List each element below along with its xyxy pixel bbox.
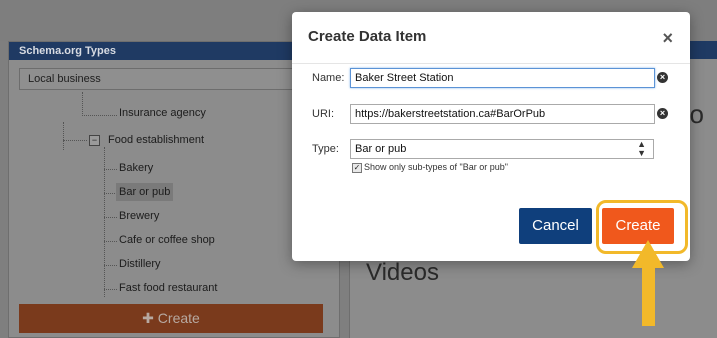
type-tree: Insurance agency − Food establishment Ba… [19, 92, 331, 297]
subtypes-label: Show only sub-types of "Bar or pub" [364, 162, 508, 172]
type-label: Type: [312, 143, 339, 155]
tree-line [82, 115, 117, 116]
videos-heading: Videos [366, 259, 439, 286]
left-create-button[interactable]: ✚ Create [19, 304, 323, 333]
collapse-icon[interactable]: − [89, 135, 100, 146]
tree-item-brewery[interactable]: Brewery [119, 207, 159, 225]
tree-line [104, 241, 117, 242]
tree-item-fast-food[interactable]: Fast food restaurant [119, 279, 217, 297]
dialog-divider [292, 63, 690, 64]
uri-field[interactable] [350, 104, 655, 124]
cancel-button[interactable]: Cancel [519, 208, 592, 244]
tree-line [63, 140, 87, 141]
name-field[interactable] [350, 68, 655, 88]
tree-line [104, 289, 117, 290]
schema-types-panel: Schema.org Types Local business Insuranc… [8, 41, 340, 338]
business-type-select[interactable]: Local business [19, 68, 331, 90]
partial-heading: o [689, 99, 704, 129]
clear-uri-icon[interactable]: × [657, 108, 668, 119]
arrow-shaft [642, 266, 655, 326]
tree-item-bakery[interactable]: Bakery [119, 159, 153, 177]
subtypes-checkbox[interactable]: ✓ [352, 163, 362, 173]
tree-item-bar-or-pub[interactable]: Bar or pub [116, 183, 174, 201]
arrow-up-icon [632, 240, 664, 268]
plus-icon: ✚ [142, 310, 154, 326]
left-create-label: Create [157, 310, 200, 326]
panel-header: Schema.org Types [9, 42, 339, 60]
tree-item-insurance-agency[interactable]: Insurance agency [119, 104, 206, 122]
tree-item-distillery[interactable]: Distillery [119, 255, 161, 273]
tree-line [104, 265, 117, 266]
tree-item-food-establishment[interactable]: Food establishment [108, 131, 204, 149]
tree-line [104, 169, 117, 170]
updown-caret-icon: ▲ ▼ [637, 139, 646, 158]
name-label: Name: [312, 72, 345, 84]
dialog-title: Create Data Item [308, 28, 427, 45]
tree-line [82, 92, 83, 116]
type-select[interactable]: Bar or pub ▲ ▼ [350, 139, 654, 159]
tree-item-cafe[interactable]: Cafe or coffee shop [119, 231, 215, 249]
uri-label: URI: [312, 108, 334, 120]
type-select-value: Bar or pub [355, 143, 407, 155]
clear-name-icon[interactable]: × [657, 72, 668, 83]
tree-line [63, 122, 64, 150]
close-icon[interactable]: × [662, 29, 673, 47]
tree-line [104, 217, 117, 218]
